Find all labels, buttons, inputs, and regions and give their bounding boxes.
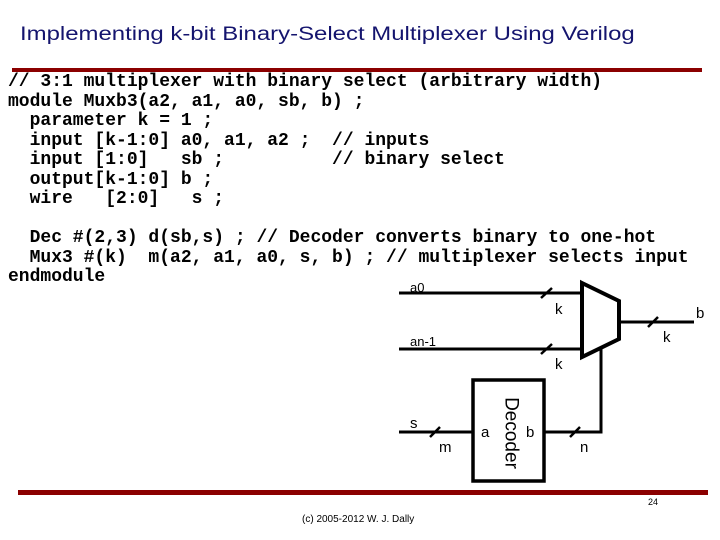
input-label-a0: a0	[410, 280, 424, 295]
footer-rule	[18, 490, 708, 495]
bus-width-n: n	[580, 439, 588, 456]
input-label-an-1: an-1	[410, 334, 436, 349]
mux-decoder-diagram: a0 k an-1 k b k n Decoder a b s m	[399, 279, 704, 483]
copyright-footer: (c) 2005-2012 W. J. Dally	[302, 514, 415, 525]
decoder-output-port: b	[526, 424, 534, 441]
bus-width-b: k	[663, 329, 671, 346]
output-label-b: b	[696, 305, 704, 322]
decoder-title: Decoder	[501, 397, 522, 469]
decoder-input-port: a	[481, 424, 490, 441]
input-label-s: s	[410, 415, 418, 432]
bus-width-m: m	[439, 439, 452, 456]
page-number: 24	[648, 497, 659, 507]
bus-width-a0: k	[555, 301, 563, 318]
multiplexer-symbol	[580, 279, 621, 361]
bus-width-an-1: k	[555, 356, 563, 373]
select-wire	[544, 348, 603, 434]
